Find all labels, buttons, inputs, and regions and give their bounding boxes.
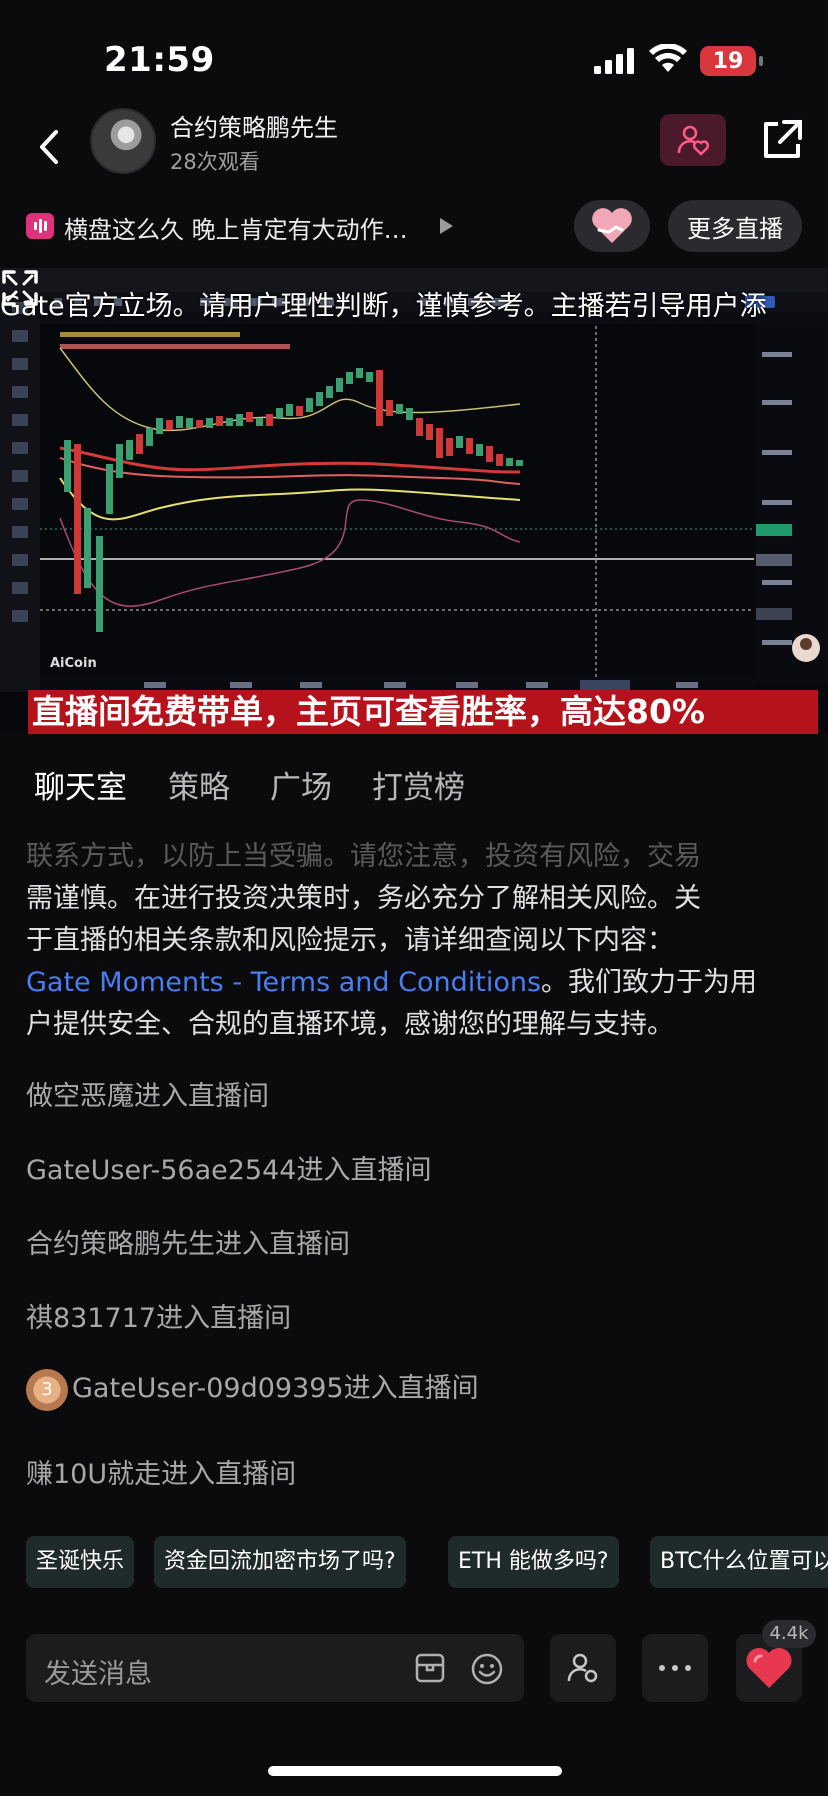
quick-reply-chip[interactable]: 资金回流加密市场了吗?	[154, 1536, 406, 1588]
promo-banner: 直播间免费带单，主页可查看胜率，高达80%	[28, 690, 818, 734]
tab-strategy[interactable]: 策略	[168, 762, 230, 807]
back-arrow-icon[interactable]	[30, 122, 70, 172]
chat-list[interactable]: 联系方式，以防上当受骗。请您注意，投资有风险，交易 需谨慎。在进行投资决策时，务…	[0, 840, 828, 1500]
wifi-icon	[649, 44, 687, 72]
notice-line-faded: 联系方式，以防上当受骗。请您注意，投资有风险，交易	[26, 841, 701, 872]
heart-hands-icon	[592, 208, 632, 243]
live-video[interactable]: AiCoin Gate官方立场。请用户理性判断，谨慎参考。主播若引导用户添 直播…	[0, 268, 828, 734]
box-icon[interactable]	[414, 1652, 446, 1684]
follow-button[interactable]	[660, 114, 726, 166]
content-tabs: 聊天室 策略 广场 打赏榜	[0, 752, 828, 816]
live-indicator-icon	[26, 213, 54, 239]
play-arrow-icon[interactable]	[440, 218, 453, 234]
terms-link[interactable]: Gate Moments - Terms and Conditions	[26, 967, 541, 998]
emoji-icon[interactable]	[470, 1652, 504, 1686]
stream-title[interactable]: 横盘这么久 晚上肯定有大动作…	[64, 210, 408, 245]
chat-message-text: GateUser-09d09395进入直播间	[72, 1373, 479, 1404]
notice-line: 户提供安全、合规的直播环境，感谢您的理解与支持。	[26, 1009, 674, 1040]
chat-message: 赚10U就走进入直播间	[26, 1459, 297, 1490]
gift-button[interactable]	[574, 200, 650, 252]
level-badge-icon: 3	[26, 1368, 68, 1411]
risk-disclaimer-text: Gate官方立场。请用户理性判断，谨慎参考。主播若引导用户添	[0, 291, 767, 322]
status-time: 21:59	[104, 40, 215, 80]
notice-line: 于直播的相关条款和风险提示，请详细查阅以下内容：	[26, 925, 674, 956]
quick-reply-chip[interactable]: ETH 能做多吗?	[448, 1536, 619, 1588]
share-icon[interactable]	[758, 116, 806, 164]
tab-chatroom[interactable]: 聊天室	[34, 762, 127, 807]
user-heart-icon	[677, 125, 710, 156]
quick-reply-chip[interactable]: BTC什么位置可以	[650, 1536, 828, 1588]
system-notice: 联系方式，以防上当受骗。请您注意，投资有风险，交易 需谨慎。在进行投资决策时，务…	[26, 840, 796, 1046]
status-bar: 21:59 19	[0, 0, 828, 100]
tab-tip-ranking[interactable]: 打赏榜	[372, 762, 465, 807]
like-count-badge: 4.4k	[762, 1620, 816, 1648]
battery-indicator: 19	[700, 46, 763, 76]
chat-message: 合约策略鹏先生进入直播间	[26, 1229, 350, 1260]
host-name[interactable]: 合约策略鹏先生	[170, 108, 338, 143]
message-input-placeholder: 发送消息	[44, 1659, 152, 1690]
stream-title-row: 横盘这么久 晚上肯定有大动作… 更多直播	[0, 200, 828, 260]
message-input[interactable]: 发送消息	[26, 1634, 524, 1702]
notice-line: 需谨慎。在进行投资决策时，务必充分了解相关风险。关	[26, 883, 701, 914]
user-settings-button[interactable]	[550, 1634, 616, 1702]
quick-reply-chip[interactable]: 圣诞快乐	[26, 1536, 135, 1588]
more-options-button[interactable]	[642, 1634, 708, 1702]
bottom-action-bar: 发送消息 4.4k	[0, 1620, 828, 1730]
tab-square[interactable]: 广场	[270, 762, 332, 807]
chat-message: 3 GateUser-09d09395进入直播间	[26, 1366, 479, 1411]
chat-message: 祺831717进入直播间	[26, 1303, 292, 1334]
quick-reply-chips: 圣诞快乐 资金回流加密市场了吗? ETH 能做多吗? BTC什么位置可以	[0, 1536, 828, 1590]
cellular-signal-icon	[594, 48, 634, 74]
fullscreen-icon[interactable]	[0, 268, 40, 308]
more-live-button[interactable]: 更多直播	[668, 200, 802, 252]
video-chart-frame	[0, 268, 828, 734]
notice-line: 。我们致力于为用	[541, 967, 758, 998]
live-header: 合约策略鹏先生 28次观看	[0, 100, 828, 200]
chat-message: GateUser-56ae2544进入直播间	[26, 1155, 432, 1186]
user-gear-icon	[567, 1653, 598, 1683]
view-count: 28次观看	[170, 150, 260, 174]
aicoin-watermark: AiCoin	[50, 656, 97, 671]
heart-icon	[746, 1648, 792, 1688]
more-dots-icon	[659, 1665, 691, 1671]
host-avatar[interactable]	[90, 108, 156, 174]
chat-message: 做空恶魔进入直播间	[26, 1081, 269, 1112]
home-indicator[interactable]	[268, 1766, 562, 1776]
